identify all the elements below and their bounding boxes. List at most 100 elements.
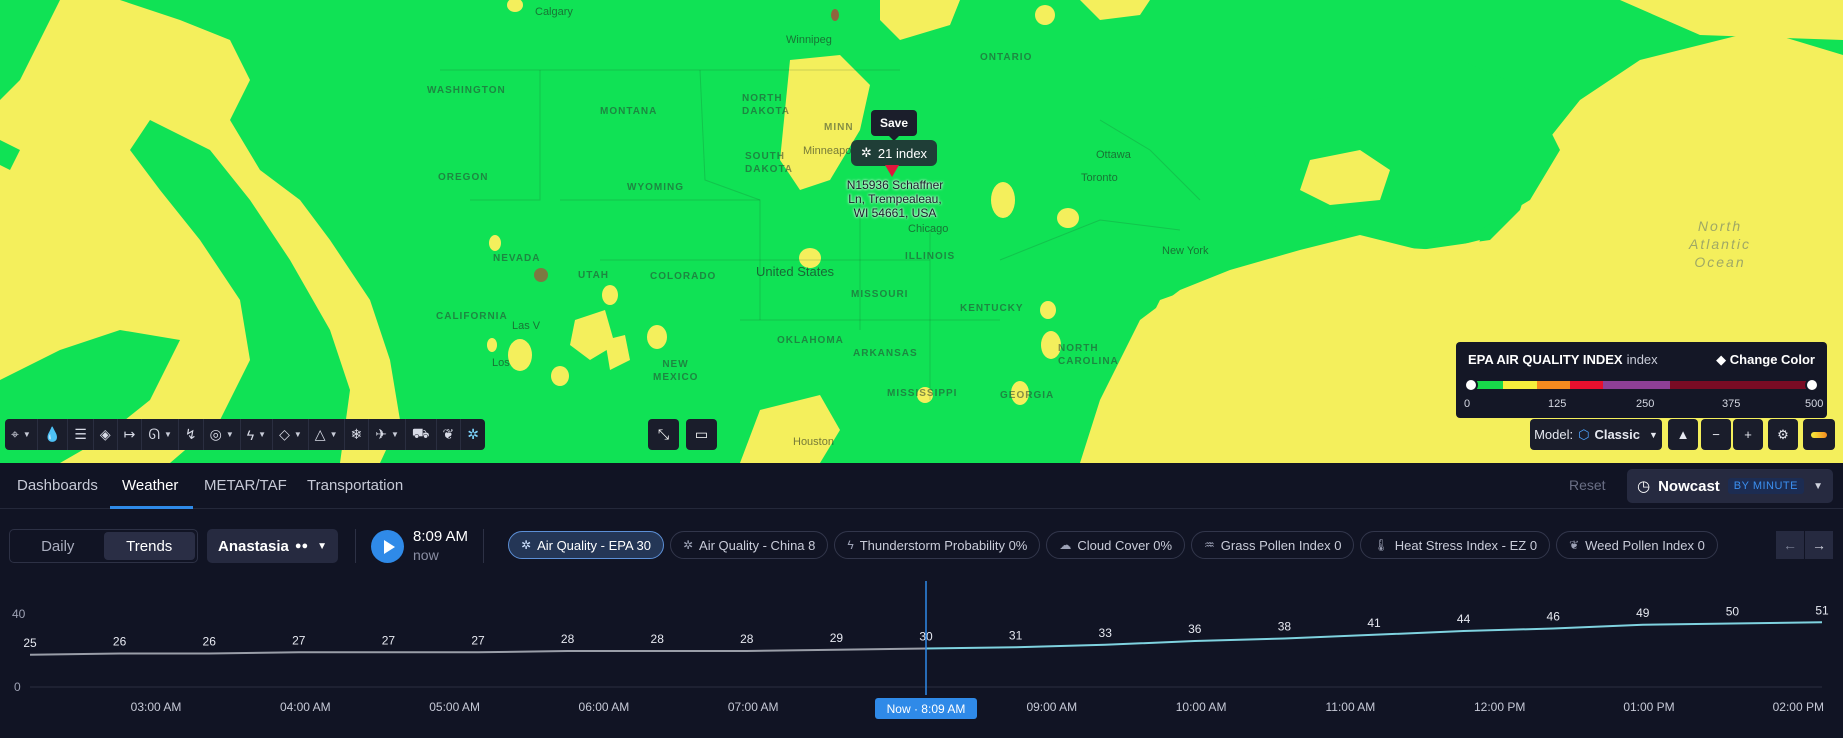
nowcast-badge: BY MINUTE [1727,478,1804,494]
legend-toggle-button[interactable] [1803,419,1835,450]
location-tool-button[interactable]: ⌖ ▼ [5,419,38,450]
zoom-out-button[interactable]: − [1701,419,1731,450]
map-label-united-states: United States [756,264,835,279]
map-label-nevada: NEVADA [493,253,541,264]
person-selector[interactable]: Anastasia ●● ▼ [207,529,338,563]
map-label-wyoming: WYOMING [627,182,684,193]
grass-icon: ♒ [1204,538,1215,552]
save-tooltip[interactable]: Save [871,110,918,141]
fire-tool-button[interactable]: ◈ [94,419,118,450]
history-clock-icon: ◷ [1637,478,1651,495]
map-settings-button[interactable]: ⚙ [1768,419,1798,450]
winter-tool-button[interactable]: ❄ [345,419,370,450]
warning-icon: △ [314,426,326,442]
series-line-past [29,647,927,656]
metric-chip[interactable]: ✲ Air Quality - EPA 30 [508,531,664,559]
metric-chip[interactable]: ☁ Cloud Cover 0% [1046,531,1186,559]
north-button[interactable]: ▲ [1668,419,1698,450]
air-quality-icon: ✲ [467,426,479,442]
air-quality-tool-button[interactable]: ✲ [461,419,485,450]
filters-tool-button[interactable]: ☰ [68,419,94,450]
alerts-tool-button[interactable]: △ ▼ [309,419,345,450]
aviation-tool-button[interactable]: ✈ ▼ [369,419,406,450]
map-label-illinois: ILLINOIS [905,251,956,262]
trends-button[interactable]: Trends [103,532,195,560]
x-tick-label: 11:00 AM [1325,700,1375,714]
ruler-tool-button[interactable]: ▭ [686,419,717,450]
metric-chip[interactable]: ✲ Air Quality - China 8 [669,531,829,559]
x-tick-label: 03:00 AM [131,700,182,714]
location-pin-icon[interactable] [885,165,899,177]
metric-chip[interactable]: ❦ Weed Pollen Index 0 [1556,531,1718,559]
chevron-down-icon: ▼ [258,430,267,439]
paint-bucket-icon: ◆ [1716,352,1727,367]
transport-tool-button[interactable]: ⛟ [406,419,437,450]
map-label-chicago: Chicago [908,223,949,235]
metric-chip[interactable]: ♒ Grass Pollen Index 0 [1191,531,1355,559]
tab-transportation[interactable]: Transportation [307,477,403,494]
wind-arrow-icon: ↦ [123,426,136,442]
data-label: 38 [1278,620,1292,634]
legend-max-handle[interactable] [1805,378,1819,392]
map-toolbar: ⌖ ▼ 💧 ☰ ◈ ↦ ᘏ ▼ ↯ ◎ ▼ ϟ ▼ ◇ ▼ △ ▼ ❄ ✈ ▼ ⛟ ❦ ✲ [5,419,485,450]
snow-person-icon: ❄ [350,426,363,442]
change-color-button[interactable]: ◆ Change Color [1716,352,1815,368]
data-label: 27 [292,633,306,647]
x-tick-label: 10:00 AM [1176,700,1227,714]
data-label: 26 [113,635,127,649]
zoom-in-button[interactable]: + [1733,419,1763,450]
tab-weather[interactable]: Weather [122,477,178,494]
map-label-oklahoma: OKLAHOMA [777,335,844,346]
tab-metar-taf[interactable]: METAR/TAF [204,477,287,494]
reset-button[interactable]: Reset [1569,477,1606,493]
legend-color-bar [1470,381,1813,389]
pollen-tool-button[interactable]: ❦ [437,419,462,450]
tab-dashboards[interactable]: Dashboards [17,477,98,494]
air-quality-icon: ✲ [682,538,694,552]
legend-tick: 500 [1805,398,1824,410]
daily-button[interactable]: Daily [12,532,104,560]
data-label: 27 [382,633,396,647]
chevron-down-icon: ▼ [1649,429,1658,440]
nowcast-selector[interactable]: ◷ Nowcast BY MINUTE ▼ [1627,469,1833,503]
current-time-sub: now [413,547,439,563]
divider [355,529,356,563]
weather-map[interactable]: Calgary Winnipeg ONTARIO WASHINGTON MONT… [0,0,1843,463]
layers-tool-button[interactable]: ◇ ▼ [273,419,309,450]
chips-prev-button[interactable]: ← [1776,531,1804,559]
x-tick-label: 02:00 PM [1773,700,1824,714]
play-button[interactable] [371,530,404,563]
route-icon: ⤡ [657,426,670,442]
metric-chip[interactable]: ϟ Thunderstorm Probability 0% [834,531,1041,559]
legend-tick: 125 [1548,398,1567,410]
wind-tool-button[interactable]: ↦ [118,419,143,450]
hurricane-tool-button[interactable]: ᘏ ▼ [142,419,179,450]
bottom-panel: Dashboards Weather METAR/TAF Transportat… [0,463,1843,738]
map-label-colorado: COLORADO [650,271,717,282]
map-label-winnipeg: Winnipeg [786,34,832,46]
radar-tool-button[interactable]: ◎ ▼ [204,419,241,450]
thermometer-icon: 🌡 [1373,538,1389,552]
pin-value-chip[interactable]: ✲ 21 index [851,140,938,166]
active-tab-indicator [110,506,193,509]
current-time: 8:09 AM [413,528,469,545]
gear-icon: ⚙ [1777,426,1789,442]
data-label: 29 [830,631,844,645]
weed-icon: ❦ [1569,538,1580,552]
map-label-arkansas: ARKANSAS [853,348,918,359]
data-label: 33 [1099,626,1113,640]
model-selector[interactable]: Model: ⬡ Classic ▼ [1530,419,1662,450]
lightning-tool-button[interactable]: ϟ ▼ [241,419,274,450]
metric-chip[interactable]: 🌡 Heat Stress Index - EZ 0 [1360,531,1551,559]
lightning-path-tool-button[interactable]: ↯ [179,419,204,450]
map-label-kentucky: KENTUCKY [960,303,1024,314]
droplets-icon: 💧 [43,426,62,442]
chips-next-button[interactable]: → [1805,531,1833,559]
metric-chip-label: Air Quality - China 8 [699,537,816,553]
legend-min-handle[interactable] [1464,378,1478,392]
pin-address: N15936 Schaffner Ln, Trempealeau, WI 546… [846,178,944,220]
data-label: 51 [1815,603,1829,617]
map-label-minnesota: MINN [824,122,854,133]
route-tool-button[interactable]: ⤡ [648,419,679,450]
precipitation-tool-button[interactable]: 💧 [38,419,69,450]
